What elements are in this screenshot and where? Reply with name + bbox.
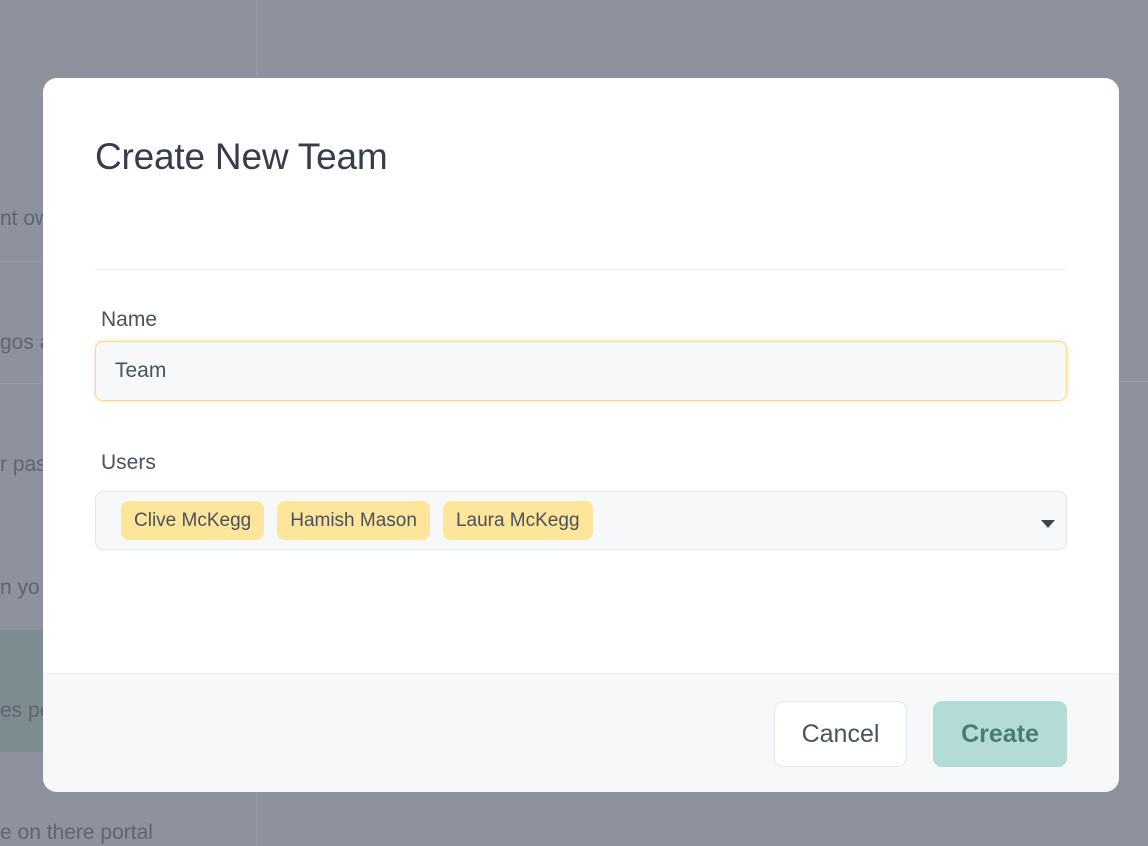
modal-footer: Cancel Create <box>43 673 1119 792</box>
modal-title: Create New Team <box>95 136 388 177</box>
create-team-modal: Create New Team Name Users Clive McKegg … <box>43 78 1119 792</box>
user-tag[interactable]: Clive McKegg <box>121 501 265 540</box>
modal-divider <box>95 269 1067 270</box>
background-text: r pas <box>0 453 47 476</box>
background-text: e on there portal <box>0 821 153 844</box>
create-button[interactable]: Create <box>933 701 1067 767</box>
user-tag[interactable]: Laura McKegg <box>442 501 593 540</box>
background-text: n yo <box>0 576 40 599</box>
user-tag[interactable]: Hamish Mason <box>277 501 430 540</box>
name-label: Name <box>101 308 158 331</box>
chevron-down-icon[interactable] <box>1041 520 1055 528</box>
users-label: Users <box>101 451 156 474</box>
cancel-button[interactable]: Cancel <box>774 701 907 767</box>
team-name-input[interactable] <box>95 341 1067 401</box>
users-multiselect[interactable]: Clive McKegg Hamish Mason Laura McKegg <box>95 491 1067 550</box>
